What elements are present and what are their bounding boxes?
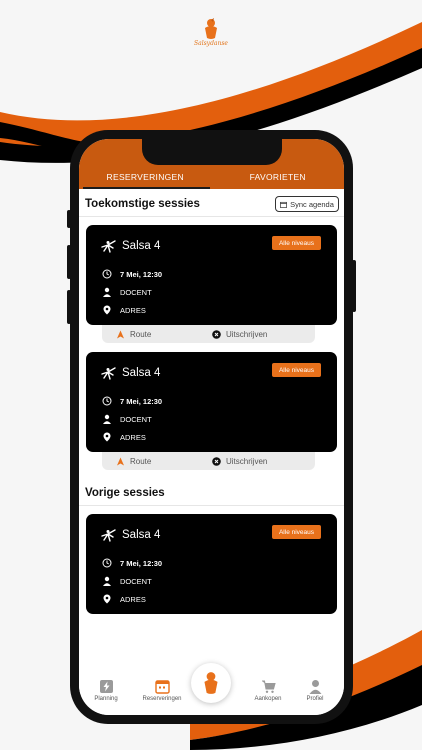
session-card[interactable]: Salsa 4 Alle niveaus 7 Mei, 12:30 DOCENT… (86, 225, 337, 325)
session-address: ADRES (120, 432, 146, 442)
session-address: ADRES (120, 305, 146, 315)
upcoming-section-header: Toekomstige sessies Sync agenda (79, 193, 344, 217)
session-address-row: ADRES (102, 594, 146, 604)
upcoming-section-title: Toekomstige sessies (85, 198, 200, 210)
logo-icon (204, 672, 218, 694)
session-address-row: ADRES (102, 305, 146, 315)
tab-bar: RESERVERINGEN FAVORIETEN (79, 169, 344, 189)
unsubscribe-button[interactable]: Uitschrijven (212, 457, 267, 466)
session-name: Salsa 4 (122, 529, 161, 541)
nav-reserveringen[interactable]: Reserveringen (137, 679, 187, 702)
dancer-logo-icon (205, 18, 217, 39)
dance-class-icon (101, 367, 116, 380)
session-teacher-row: DOCENT (102, 414, 152, 424)
person-icon (103, 576, 111, 586)
nav-planning[interactable]: Planning (81, 679, 131, 702)
cart-icon (261, 680, 276, 693)
logo-wordmark: Salsydanse (194, 40, 228, 47)
session-datetime-row: 7 Mei, 12:30 (102, 396, 162, 406)
brand-logo: Salsydanse (189, 18, 233, 64)
clock-icon (102, 396, 112, 406)
location-pin-icon (103, 594, 111, 604)
session-teacher: DOCENT (120, 414, 152, 424)
session-datetime-row: 7 Mei, 12:30 (102, 558, 162, 568)
previous-section-title: Vorige sessies (85, 487, 165, 499)
session-address-row: ADRES (102, 432, 146, 442)
route-button[interactable]: Route (116, 457, 151, 466)
unsubscribe-button[interactable]: Uitschrijven (212, 330, 267, 339)
location-pin-icon (103, 432, 111, 442)
route-button[interactable]: Route (116, 330, 151, 339)
nav-aankopen[interactable]: Aankopen (243, 679, 293, 702)
bottom-navigation: Planning Reserveringen Aankopen Profiel (79, 663, 344, 715)
session-teacher-row: DOCENT (102, 576, 152, 586)
session-actions: Route Uitschrijven (102, 452, 315, 470)
session-address: ADRES (120, 594, 146, 604)
nav-profiel[interactable]: Profiel (290, 679, 340, 702)
session-teacher: DOCENT (120, 576, 152, 586)
session-datetime: 7 Mei, 12:30 (120, 558, 163, 568)
route-label: Route (130, 456, 152, 466)
nav-profiel-label: Profiel (306, 696, 324, 702)
session-datetime: 7 Mei, 12:30 (120, 396, 163, 406)
tab-reserveringen[interactable]: RESERVERINGEN (79, 169, 212, 189)
navigation-arrow-icon (117, 457, 124, 465)
route-label: Route (130, 329, 152, 339)
level-badge: Alle niveaus (272, 525, 321, 539)
marketing-stage: Salsydanse RESERVERINGEN FAVORIETEN Toek… (0, 0, 422, 750)
unsubscribe-label: Uitschrijven (226, 456, 268, 466)
phone-side-button (67, 210, 71, 228)
sync-agenda-label: Sync agenda (290, 199, 334, 209)
phone-notch (142, 139, 282, 165)
session-name: Salsa 4 (122, 240, 161, 252)
person-icon (103, 287, 111, 297)
session-teacher: DOCENT (120, 287, 152, 297)
navigation-arrow-icon (117, 330, 124, 338)
phone-volume-down (67, 290, 71, 324)
dance-class-icon (101, 529, 116, 542)
level-badge: Alle niveaus (272, 236, 321, 250)
nav-planning-label: Planning (94, 696, 118, 702)
unsubscribe-label: Uitschrijven (226, 329, 268, 339)
clock-icon (102, 269, 112, 279)
phone-power-button (352, 260, 356, 312)
close-circle-icon (212, 329, 221, 339)
sync-agenda-button[interactable]: Sync agenda (275, 196, 339, 212)
app-screen: RESERVERINGEN FAVORIETEN Toekomstige ses… (79, 139, 344, 715)
session-datetime: 7 Mei, 12:30 (120, 269, 163, 279)
center-logo-button[interactable] (191, 663, 231, 703)
close-circle-icon (212, 456, 221, 466)
person-icon (309, 680, 321, 694)
previous-section-header: Vorige sessies (79, 482, 344, 506)
session-actions: Route Uitschrijven (102, 325, 315, 343)
session-card[interactable]: Salsa 4 Alle niveaus 7 Mei, 12:30 DOCENT… (86, 352, 337, 452)
location-pin-icon (103, 305, 111, 315)
calendar-icon (280, 201, 288, 208)
tab-favorieten[interactable]: FAVORIETEN (212, 169, 345, 189)
dance-class-icon (101, 240, 116, 253)
nav-aankopen-label: Aankopen (254, 696, 282, 702)
phone-frame: RESERVERINGEN FAVORIETEN Toekomstige ses… (67, 130, 356, 724)
phone-volume-up (67, 245, 71, 279)
session-card[interactable]: Salsa 4 Alle niveaus 7 Mei, 12:30 DOCENT… (86, 514, 337, 614)
lightning-icon (99, 680, 113, 693)
session-datetime-row: 7 Mei, 12:30 (102, 269, 162, 279)
calendar-icon (154, 680, 170, 694)
level-badge: Alle niveaus (272, 363, 321, 377)
person-icon (103, 414, 111, 424)
nav-reserveringen-label: Reserveringen (142, 696, 182, 702)
clock-icon (102, 558, 112, 568)
session-name: Salsa 4 (122, 367, 161, 379)
session-teacher-row: DOCENT (102, 287, 152, 297)
